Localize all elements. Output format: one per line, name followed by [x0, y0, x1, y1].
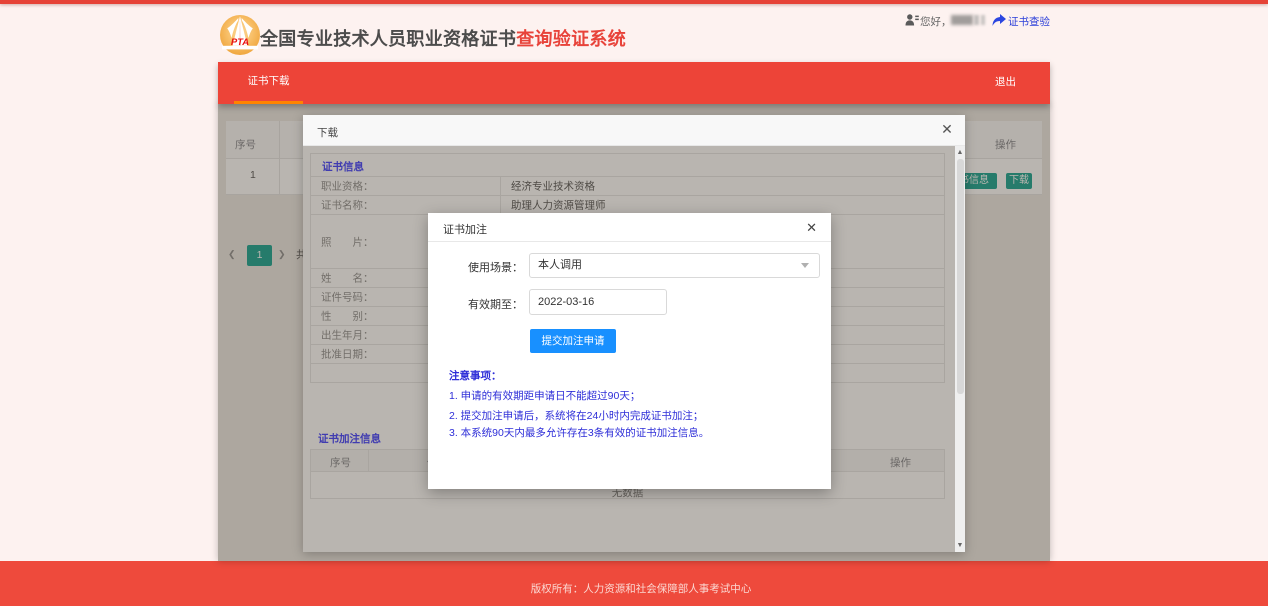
svg-text:PTA: PTA	[231, 37, 249, 48]
